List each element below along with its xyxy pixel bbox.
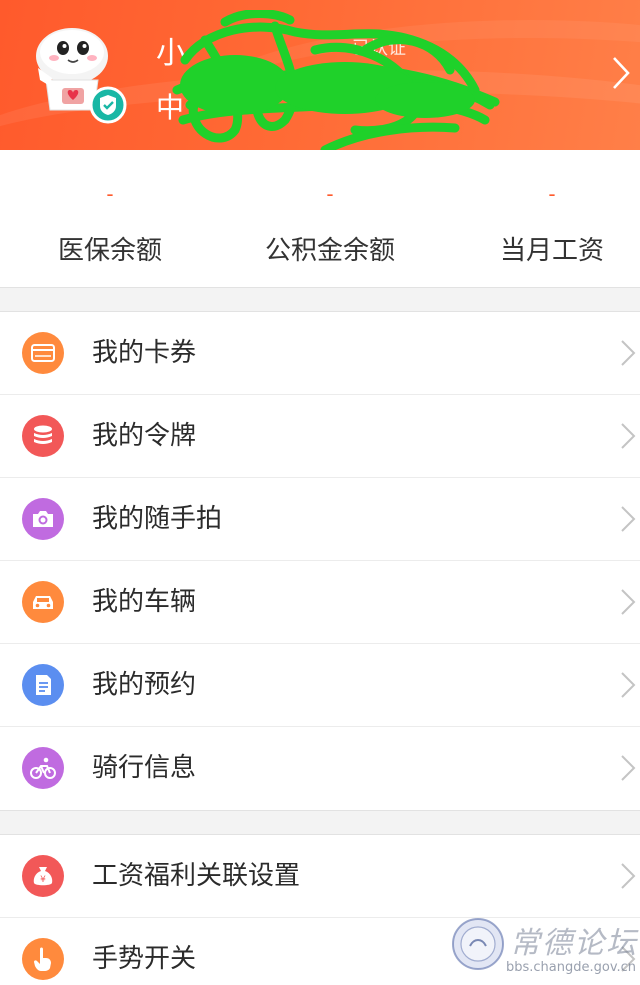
gesture-icon <box>22 938 64 980</box>
profile-screen: 小 已认证 中 - 医保余额 - 公积金余额 - 当月工资 我的卡券 我的令牌 … <box>0 0 640 985</box>
bicycle-icon <box>22 747 64 789</box>
chevron-right-icon <box>621 506 636 532</box>
watermark-title: 常德论坛 <box>510 926 638 961</box>
user-name: 小 <box>156 36 186 71</box>
money-bag-icon: ¥ <box>22 855 64 897</box>
menu-item-label: 我的卡券 <box>92 338 197 368</box>
menu-item-cycling[interactable]: 骑行信息 <box>0 727 640 810</box>
menu-item-label: 工资福利关联设置 <box>92 861 301 891</box>
stat-label: 医保余额 <box>57 236 162 266</box>
document-icon <box>22 664 64 706</box>
stat-label: 公积金余额 <box>264 236 395 266</box>
stat-medical-insurance[interactable]: - 医保余额 <box>0 150 220 288</box>
card-icon <box>22 332 64 374</box>
menu-item-label: 我的随手拍 <box>92 504 223 534</box>
stat-value: - <box>106 182 114 206</box>
stat-value: - <box>548 182 556 206</box>
svg-text:¥: ¥ <box>40 875 46 885</box>
stat-value: - <box>326 182 334 206</box>
seal-icon <box>452 918 504 970</box>
watermark-url: bbs.changde.gov.cn <box>506 960 637 975</box>
menu-item-salary-settings[interactable]: ¥ 工资福利关联设置 <box>0 835 640 918</box>
menu-item-appointments[interactable]: 我的预约 <box>0 644 640 727</box>
chevron-right-icon[interactable] <box>610 54 632 92</box>
chevron-right-icon <box>621 589 636 615</box>
menu-item-label: 我的预约 <box>92 670 197 700</box>
chevron-right-icon <box>621 863 636 889</box>
menu-item-vehicles[interactable]: 我的车辆 <box>0 561 640 644</box>
chevron-right-icon <box>621 755 636 781</box>
chevron-right-icon <box>621 340 636 366</box>
organization-text: 中 <box>156 91 185 124</box>
stat-housing-fund[interactable]: - 公积金余额 <box>220 150 440 288</box>
menu-item-label: 我的令牌 <box>92 421 197 451</box>
menu-item-label: 我的车辆 <box>92 587 197 617</box>
profile-header[interactable]: 小 已认证 中 <box>0 0 640 150</box>
menu-item-coupons[interactable]: 我的卡券 <box>0 312 640 395</box>
stat-label: 当月工资 <box>499 236 604 266</box>
chevron-right-icon <box>621 423 636 449</box>
balance-stats: - 医保余额 - 公积金余额 - 当月工资 <box>0 150 640 288</box>
menu-item-label: 骑行信息 <box>92 753 197 783</box>
verified-label: 已认证 <box>352 38 406 59</box>
menu-item-snapshot[interactable]: 我的随手拍 <box>0 478 640 561</box>
menu-primary: 我的卡券 我的令牌 我的随手拍 我的车辆 我的预约 骑行信息 <box>0 311 640 811</box>
car-icon <box>22 581 64 623</box>
menu-item-label: 手势开关 <box>92 944 197 974</box>
token-icon <box>22 415 64 457</box>
avatar[interactable] <box>30 18 130 128</box>
forum-watermark: 常德论坛 bbs.changde.gov.cn <box>448 914 640 985</box>
camera-icon <box>22 498 64 540</box>
menu-item-token[interactable]: 我的令牌 <box>0 395 640 478</box>
stat-monthly-salary[interactable]: - 当月工资 <box>442 150 640 288</box>
chevron-right-icon <box>621 672 636 698</box>
